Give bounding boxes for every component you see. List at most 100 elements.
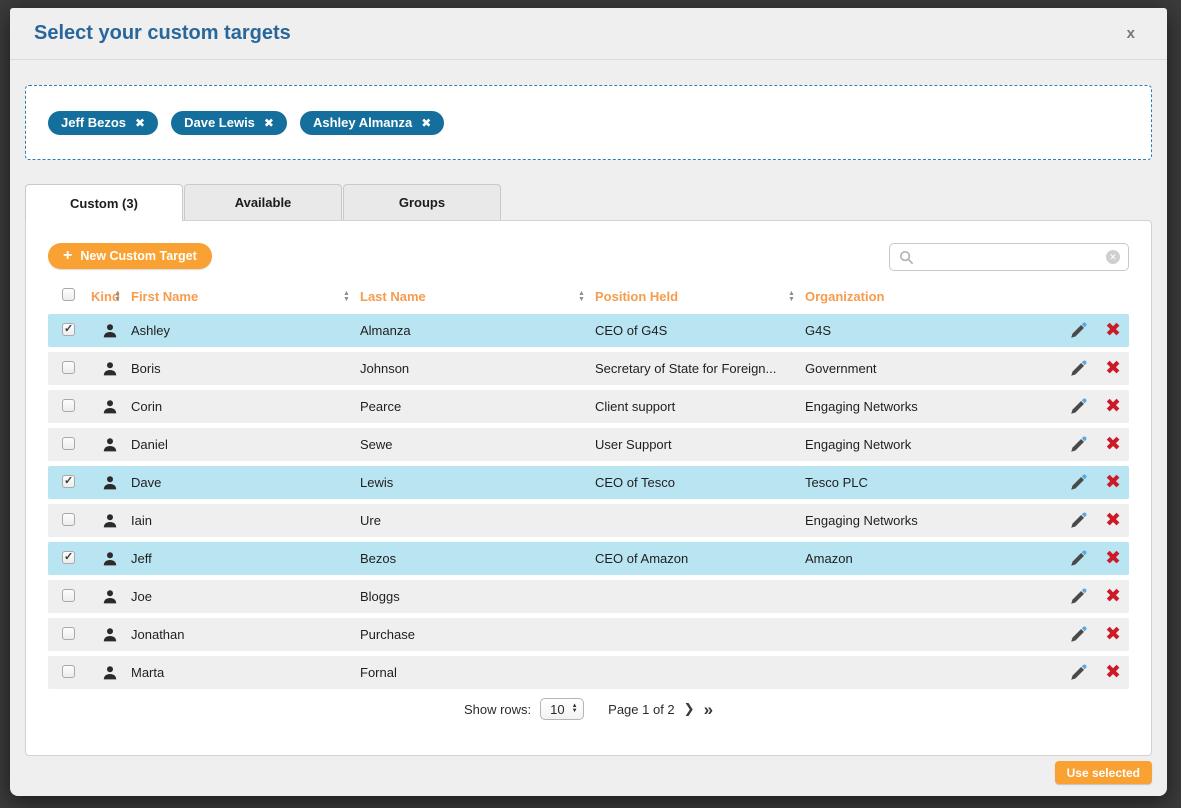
- chip-remove-icon[interactable]: ✖: [421, 117, 431, 129]
- delete-x-icon[interactable]: ✖: [1105, 663, 1121, 682]
- column-header-organization[interactable]: ▲▼Organization: [805, 289, 1033, 304]
- row-checkbox[interactable]: [62, 323, 75, 336]
- search-input[interactable]: [921, 250, 1099, 265]
- row-actions: ✖: [1033, 397, 1129, 416]
- kind-cell: [91, 513, 131, 529]
- next-page-icon[interactable]: ❯: [684, 702, 695, 717]
- last-name-cell: Fornal: [360, 665, 595, 680]
- targets-panel: + New Custom Target ✕ Kind ▲▼First Name …: [25, 220, 1152, 756]
- table-row[interactable]: Joe Bloggs ✖: [48, 580, 1129, 613]
- person-icon: [102, 551, 118, 567]
- tab-groups[interactable]: Groups: [343, 184, 501, 220]
- table-row[interactable]: Corin Pearce Client support Engaging Net…: [48, 390, 1129, 423]
- close-icon[interactable]: x: [1119, 21, 1143, 46]
- position-held-cell: CEO of Tesco: [595, 475, 805, 490]
- edit-pencil-icon[interactable]: [1069, 322, 1087, 340]
- first-name-cell: Iain: [131, 513, 360, 528]
- row-checkbox[interactable]: [62, 627, 75, 640]
- table-row[interactable]: Daniel Sewe User Support Engaging Networ…: [48, 428, 1129, 461]
- first-name-cell: Corin: [131, 399, 360, 414]
- selected-target-chip[interactable]: Dave Lewis ✖: [171, 111, 287, 135]
- edit-pencil-icon[interactable]: [1069, 626, 1087, 644]
- delete-x-icon[interactable]: ✖: [1105, 321, 1121, 340]
- chip-remove-icon[interactable]: ✖: [264, 117, 274, 129]
- select-all-checkbox[interactable]: [62, 288, 75, 301]
- edit-pencil-icon[interactable]: [1069, 398, 1087, 416]
- edit-pencil-icon[interactable]: [1069, 588, 1087, 606]
- table-row[interactable]: Iain Ure Engaging Networks ✖: [48, 504, 1129, 537]
- column-header-position-held[interactable]: ▲▼Position Held: [595, 289, 805, 304]
- delete-x-icon[interactable]: ✖: [1105, 359, 1121, 378]
- delete-x-icon[interactable]: ✖: [1105, 435, 1121, 454]
- table-row[interactable]: Jonathan Purchase ✖: [48, 618, 1129, 651]
- delete-x-icon[interactable]: ✖: [1105, 397, 1121, 416]
- new-custom-target-button[interactable]: + New Custom Target: [48, 243, 212, 269]
- last-name-cell: Almanza: [360, 323, 595, 338]
- table-row[interactable]: Boris Johnson Secretary of State for For…: [48, 352, 1129, 385]
- position-held-cell: Secretary of State for Foreign...: [595, 361, 805, 376]
- selected-target-chip[interactable]: Jeff Bezos ✖: [48, 111, 158, 135]
- modal-header: Select your custom targets x: [10, 8, 1167, 60]
- column-header-last-name[interactable]: ▲▼Last Name: [360, 289, 595, 304]
- table-row[interactable]: Jeff Bezos CEO of Amazon Amazon ✖: [48, 542, 1129, 575]
- edit-pencil-icon[interactable]: [1069, 550, 1087, 568]
- row-checkbox[interactable]: [62, 551, 75, 564]
- delete-x-icon[interactable]: ✖: [1105, 625, 1121, 644]
- table-row[interactable]: Marta Fornal ✖: [48, 656, 1129, 689]
- clear-search-icon[interactable]: ✕: [1106, 250, 1120, 264]
- row-checkbox[interactable]: [62, 513, 75, 526]
- selected-target-chip[interactable]: Ashley Almanza ✖: [300, 111, 444, 135]
- edit-pencil-icon[interactable]: [1069, 436, 1087, 454]
- person-icon: [102, 627, 118, 643]
- row-actions: ✖: [1033, 587, 1129, 606]
- edit-pencil-icon[interactable]: [1069, 512, 1087, 530]
- tab-available[interactable]: Available: [184, 184, 342, 220]
- tab-custom-3[interactable]: Custom (3): [25, 184, 183, 221]
- show-rows-label: Show rows:: [464, 702, 531, 717]
- delete-x-icon[interactable]: ✖: [1105, 549, 1121, 568]
- sort-icon[interactable]: ▲▼: [114, 291, 131, 303]
- row-actions: ✖: [1033, 549, 1129, 568]
- row-checkbox[interactable]: [62, 437, 75, 450]
- selected-targets-box: Jeff Bezos ✖ Dave Lewis ✖ Ashley Almanza…: [25, 85, 1152, 160]
- table-header-row: Kind ▲▼First Name ▲▼Last Name ▲▼Position…: [26, 283, 1151, 314]
- rows-per-page-select[interactable]: 10 ▲▼: [540, 698, 584, 720]
- delete-x-icon[interactable]: ✖: [1105, 587, 1121, 606]
- row-checkbox[interactable]: [62, 475, 75, 488]
- delete-x-icon[interactable]: ✖: [1105, 511, 1121, 530]
- tab-bar: Custom (3) Available Groups: [25, 184, 1167, 220]
- chip-remove-icon[interactable]: ✖: [135, 117, 145, 129]
- person-icon: [102, 665, 118, 681]
- first-name-cell: Dave: [131, 475, 360, 490]
- search-box: ✕: [889, 243, 1129, 271]
- position-held-cell: User Support: [595, 437, 805, 452]
- sort-icon[interactable]: ▲▼: [343, 291, 360, 303]
- first-name-cell: Daniel: [131, 437, 360, 452]
- row-checkbox[interactable]: [62, 361, 75, 374]
- page-backdrop: Select your custom targets x Jeff Bezos …: [0, 0, 1181, 808]
- first-name-cell: Jonathan: [131, 627, 360, 642]
- edit-pencil-icon[interactable]: [1069, 664, 1087, 682]
- new-custom-target-label: New Custom Target: [80, 249, 196, 263]
- last-page-icon[interactable]: »: [704, 701, 713, 718]
- stepper-icon: ▲▼: [572, 704, 578, 714]
- chip-label: Dave Lewis: [184, 115, 255, 130]
- organization-cell: Engaging Networks: [805, 399, 1033, 414]
- table-row[interactable]: Dave Lewis CEO of Tesco Tesco PLC ✖: [48, 466, 1129, 499]
- table-row[interactable]: Ashley Almanza CEO of G4S G4S ✖: [48, 314, 1129, 347]
- delete-x-icon[interactable]: ✖: [1105, 473, 1121, 492]
- chip-label: Ashley Almanza: [313, 115, 412, 130]
- row-actions: ✖: [1033, 435, 1129, 454]
- kind-cell: [91, 437, 131, 453]
- sort-icon[interactable]: ▲▼: [788, 291, 805, 303]
- edit-pencil-icon[interactable]: [1069, 474, 1087, 492]
- column-header-first-name[interactable]: ▲▼First Name: [131, 289, 360, 304]
- edit-pencil-icon[interactable]: [1069, 360, 1087, 378]
- row-checkbox[interactable]: [62, 589, 75, 602]
- use-selected-button[interactable]: Use selected: [1055, 761, 1152, 784]
- kind-cell: [91, 665, 131, 681]
- first-name-cell: Ashley: [131, 323, 360, 338]
- sort-icon[interactable]: ▲▼: [578, 291, 595, 303]
- row-checkbox[interactable]: [62, 665, 75, 678]
- row-checkbox[interactable]: [62, 399, 75, 412]
